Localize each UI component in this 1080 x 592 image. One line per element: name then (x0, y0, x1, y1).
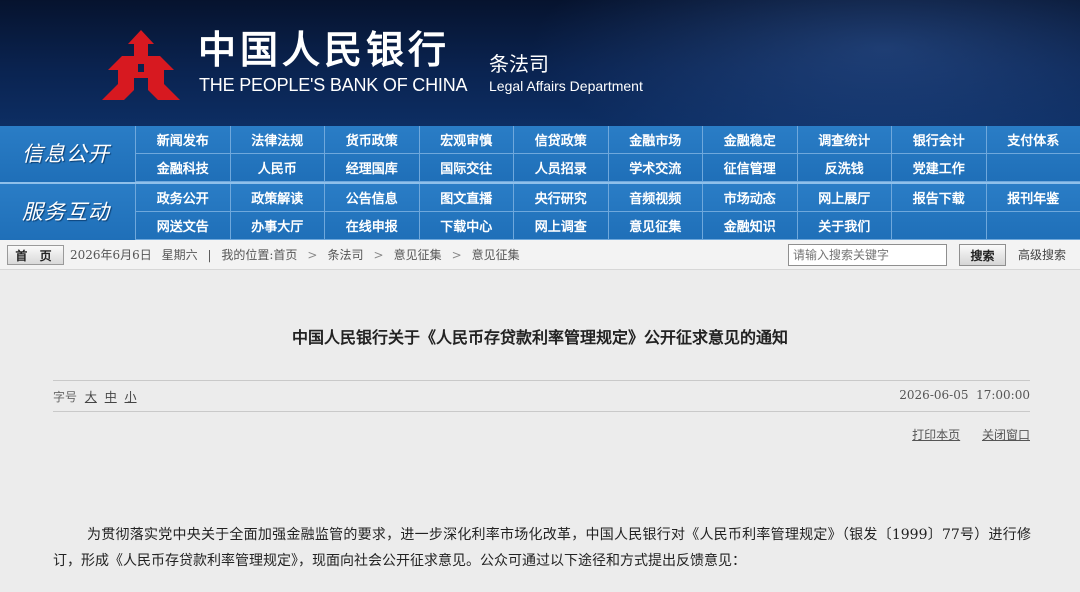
font-size-label: 字号 (53, 390, 78, 404)
nav-grid: 新闻发布 法律法规 货币政策 宏观审慎 信贷政策 金融市场 金融稳定 调查统计 银行会计 支付体系… (135, 126, 1080, 182)
nav-item[interactable]: 货币政策 (324, 126, 419, 154)
font-size-large[interactable]: 大 (85, 390, 97, 404)
main-navigation: 信息公开 新闻发布 法律法规 货币政策 宏观审慎 信贷政策 金融市场 金融稳定 调查统计 银行会… (0, 126, 1080, 240)
nav-item[interactable]: 金融市场 (607, 126, 702, 154)
nav-item[interactable]: 金融稳定 (702, 126, 797, 154)
nav-item[interactable]: 经理国库 (324, 154, 419, 182)
nav-item[interactable]: 意见征集 (607, 212, 702, 240)
chevron-right-icon: > (307, 248, 318, 262)
location-prefix: 我的位置: (221, 248, 274, 262)
nav-section-title: 服务互动 (22, 200, 110, 224)
close-window-link[interactable]: 关闭窗口 (982, 428, 1030, 442)
current-weekday: 星期六 (161, 248, 198, 262)
chevron-right-icon: > (373, 248, 384, 262)
nav-item[interactable]: 支付体系 (985, 126, 1080, 154)
nav-item[interactable]: 法律法规 (229, 126, 324, 154)
nav-section-info: 信息公开 新闻发布 法律法规 货币政策 宏观审慎 信贷政策 金融市场 金融稳定 调查统计 银行会… (0, 126, 1080, 182)
font-size-medium[interactable]: 中 (105, 390, 117, 404)
nav-item[interactable]: 金融知识 (702, 212, 797, 240)
nav-item[interactable]: 党建工作 (891, 154, 986, 182)
divider (53, 411, 1030, 412)
nav-item[interactable]: 在线申报 (324, 212, 419, 240)
header-banner: 中国人民银行 THE PEOPLE'S BANK OF CHINA 条法司 Le… (0, 0, 1080, 126)
breadcrumb-item-home[interactable]: 首页 (273, 248, 297, 262)
nav-item[interactable]: 政策解读 (229, 184, 324, 212)
nav-item[interactable]: 公告信息 (324, 184, 419, 212)
home-button[interactable]: 首 页 (7, 245, 64, 265)
nav-item[interactable]: 调查统计 (796, 126, 891, 154)
chevron-right-icon: > (451, 248, 462, 262)
nav-item[interactable]: 下载中心 (418, 212, 513, 240)
nav-section-service: 服务互动 政务公开 政策解读 公告信息 图文直播 央行研究 音频视频 市场动态 网上展厅 报告下… (0, 184, 1080, 240)
article-actions: 打印本页 关闭窗口 (894, 426, 1030, 443)
bank-name-cn: 中国人民银行 (198, 28, 451, 72)
divider: | (207, 248, 212, 262)
breadcrumb-bar: 首 页 2026年6月6日 星期六 | 我的位置:首页 > 条法司 > 意见征集 > 意见征… (0, 240, 1080, 270)
advanced-search-link[interactable]: 高级搜索 (1018, 247, 1066, 263)
nav-item[interactable]: 人民币 (229, 154, 324, 182)
nav-item[interactable]: 图文直播 (418, 184, 513, 212)
pboc-logo-icon[interactable] (100, 28, 182, 102)
font-size-small[interactable]: 小 (125, 390, 137, 404)
nav-item[interactable]: 网上展厅 (796, 184, 891, 212)
nav-item[interactable]: 新闻发布 (135, 126, 230, 154)
nav-item[interactable]: 报刊年鉴 (985, 184, 1080, 212)
print-page-link[interactable]: 打印本页 (912, 428, 960, 442)
breadcrumb-item-section[interactable]: 意见征集 (394, 248, 442, 262)
bank-name-en: THE PEOPLE'S BANK OF CHINA (199, 75, 468, 95)
nav-item[interactable]: 市场动态 (702, 184, 797, 212)
breadcrumb-item-current[interactable]: 意见征集 (472, 248, 520, 262)
breadcrumb: 2026年6月6日 星期六 | 我的位置:首页 > 条法司 > 意见征集 > 意见征集 (70, 247, 520, 263)
font-size-switcher: 字号 大 中 小 (53, 388, 137, 405)
nav-item[interactable]: 音频视频 (607, 184, 702, 212)
nav-item[interactable]: 办事大厅 (229, 212, 324, 240)
search-input[interactable] (788, 244, 947, 266)
department-name-en: Legal Affairs Department (489, 78, 643, 94)
current-date: 2026年6月6日 (70, 248, 152, 262)
search-button[interactable]: 搜索 (959, 244, 1006, 266)
nav-item[interactable]: 人员招录 (513, 154, 608, 182)
nav-item[interactable]: 关于我们 (796, 212, 891, 240)
publish-time: 2026-06-05 17:00:00 (899, 388, 1030, 402)
nav-item-empty (985, 154, 1080, 182)
breadcrumb-item-dept[interactable]: 条法司 (327, 248, 363, 262)
nav-item[interactable]: 宏观审慎 (418, 126, 513, 154)
nav-item[interactable]: 银行会计 (891, 126, 986, 154)
banner-glow (500, 0, 1080, 126)
nav-item[interactable]: 信贷政策 (513, 126, 608, 154)
nav-item[interactable]: 学术交流 (607, 154, 702, 182)
article-content: 中国人民银行关于《人民币存贷款利率管理规定》公开征求意见的通知 字号 大 中 小… (0, 286, 1080, 592)
nav-item[interactable]: 央行研究 (513, 184, 608, 212)
nav-item[interactable]: 征信管理 (702, 154, 797, 182)
nav-item[interactable]: 网送文告 (135, 212, 230, 240)
nav-item[interactable]: 反洗钱 (796, 154, 891, 182)
article-title: 中国人民银行关于《人民币存贷款利率管理规定》公开征求意见的通知 (291, 328, 788, 347)
article-paragraph: 为贯彻落实党中央关于全面加强金融监管的要求，进一步深化利率市场化改革，中国人民银… (53, 527, 1031, 569)
nav-grid: 政务公开 政策解读 公告信息 图文直播 央行研究 音频视频 市场动态 网上展厅 报告下载 报刊年鉴… (135, 184, 1080, 240)
nav-item[interactable]: 网上调查 (513, 212, 608, 240)
nav-item[interactable]: 政务公开 (135, 184, 230, 212)
nav-item[interactable]: 国际交往 (418, 154, 513, 182)
nav-item[interactable]: 报告下载 (891, 184, 986, 212)
department-name-cn: 条法司 (489, 52, 549, 76)
nav-item-empty (891, 212, 986, 240)
nav-section-title: 信息公开 (22, 142, 110, 166)
nav-item-empty (985, 212, 1080, 240)
nav-item[interactable]: 金融科技 (135, 154, 230, 182)
divider (53, 380, 1030, 381)
